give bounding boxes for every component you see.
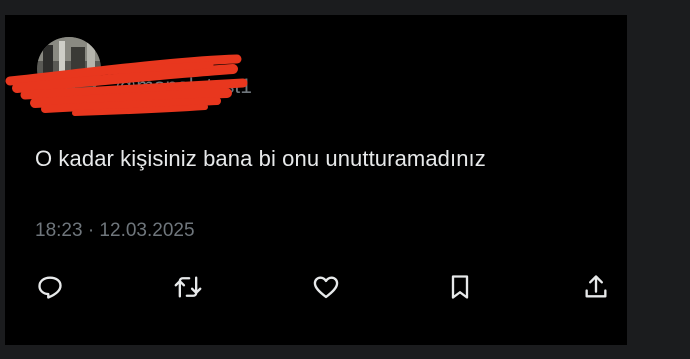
tweet-text: O kadar kişisiniz bana bi onu unutturama… bbox=[35, 146, 486, 171]
bookmark-button[interactable] bbox=[443, 270, 477, 304]
retweet-button[interactable] bbox=[171, 270, 205, 304]
bookmark-icon bbox=[451, 275, 469, 299]
retweet-icon bbox=[174, 276, 202, 298]
redaction-scribble bbox=[5, 54, 248, 116]
like-button[interactable] bbox=[309, 270, 343, 304]
heart-icon bbox=[313, 276, 339, 299]
share-button[interactable] bbox=[579, 270, 613, 304]
reply-button[interactable] bbox=[33, 270, 67, 304]
tweet-timestamp[interactable]: 18:23 · 12.03.2025 bbox=[35, 220, 195, 242]
share-icon bbox=[585, 275, 607, 298]
tweet-card: @monab test1 O kadar kişisiniz bana bi o… bbox=[5, 15, 627, 345]
reply-icon bbox=[38, 276, 62, 299]
